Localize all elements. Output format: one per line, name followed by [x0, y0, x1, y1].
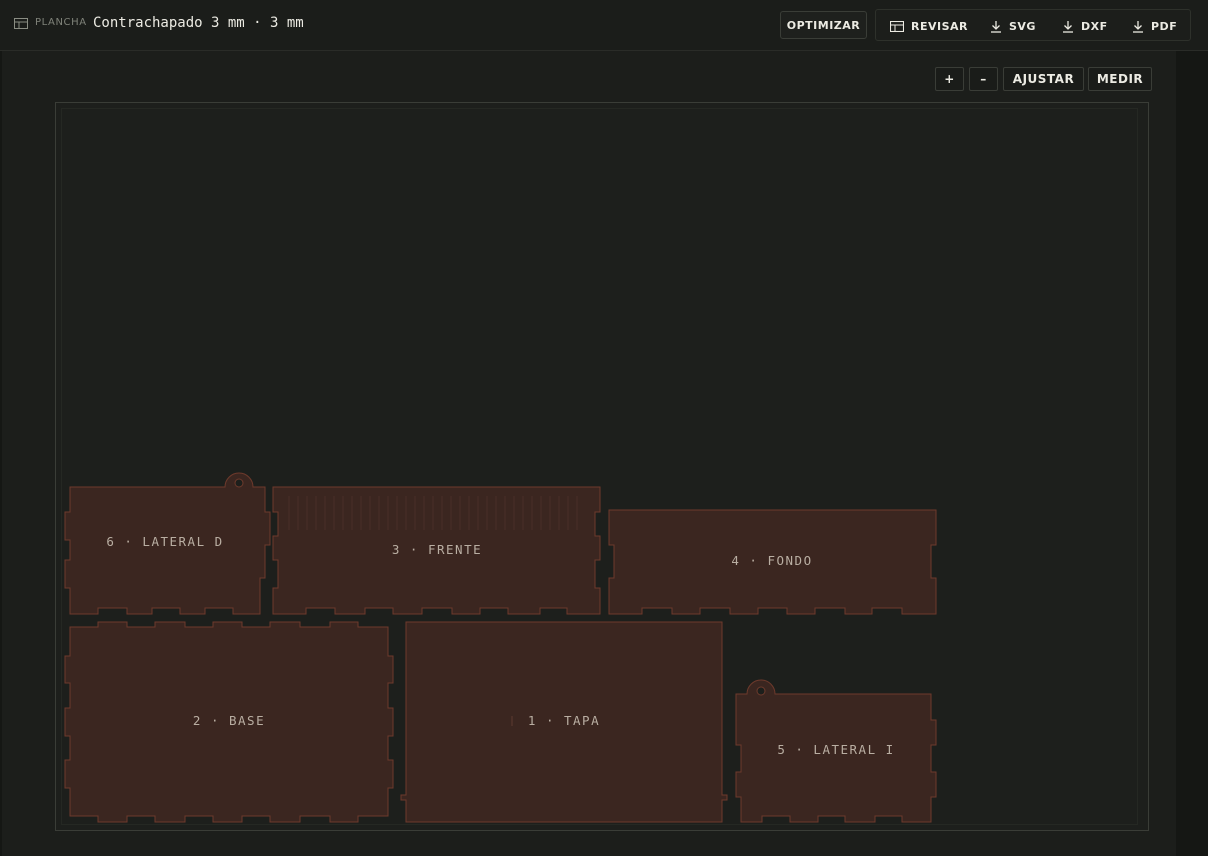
piece-label: 3 · FRENTE: [392, 542, 482, 557]
piece-label: 2 · BASE: [193, 713, 265, 728]
piece-lateral-d[interactable]: 6 · LATERAL D: [64, 472, 271, 615]
cutting-board[interactable]: 6 · LATERAL D 3 · FRENTE 4 · FONDO 2 · B…: [0, 0, 1208, 856]
piece-base[interactable]: 2 · BASE: [64, 621, 394, 823]
piece-tapa[interactable]: 1 · TAPA: [400, 621, 728, 823]
piece-label: 1 · TAPA: [528, 713, 600, 728]
board-wrap: 6 · LATERAL D 3 · FRENTE 4 · FONDO 2 · B…: [0, 0, 1208, 856]
piece-label: 4 · FONDO: [731, 553, 812, 568]
piece-frente[interactable]: 3 · FRENTE: [272, 486, 601, 615]
piece-fondo[interactable]: 4 · FONDO: [608, 509, 937, 615]
piece-lateral-i[interactable]: 5 · LATERAL I: [735, 679, 937, 823]
piece-label: 5 · LATERAL I: [777, 742, 894, 757]
piece-label: 6 · LATERAL D: [106, 534, 223, 549]
